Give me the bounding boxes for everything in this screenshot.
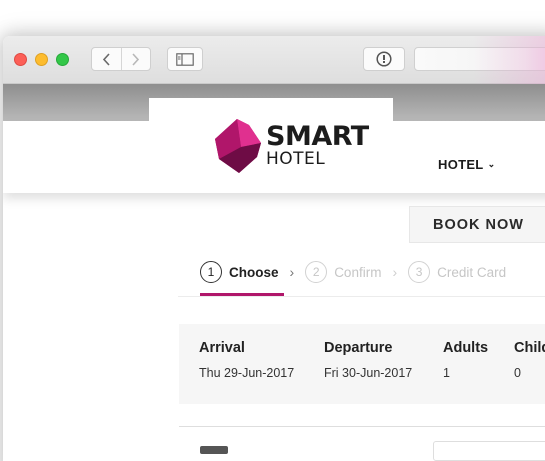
minimize-icon[interactable]	[35, 53, 48, 66]
page-content: SMART HOTEL HOTEL ⌄ BOOK NOW 1 Choose › …	[3, 84, 545, 461]
arrival-value: Thu 29-Jun-2017	[199, 366, 295, 380]
window-glow	[473, 36, 545, 84]
departure-label: Departure	[324, 340, 393, 356]
chevron-down-icon: ⌄	[487, 159, 496, 169]
step-label: Confirm	[334, 264, 382, 280]
booking-steps: 1 Choose › 2 Confirm › 3 Credit Card	[200, 261, 506, 283]
adults-label: Adults	[443, 340, 489, 356]
close-icon[interactable]	[14, 53, 27, 66]
history-nav	[91, 47, 151, 71]
book-now-button[interactable]: BOOK NOW	[409, 206, 545, 243]
back-icon[interactable]	[92, 48, 121, 70]
steps-divider	[178, 296, 545, 297]
browser-toolbar	[3, 36, 545, 84]
partial-field[interactable]	[433, 441, 545, 461]
step-label: Choose	[229, 264, 279, 280]
adults-value: 1	[443, 366, 450, 380]
logo-line1: SMART	[266, 121, 369, 152]
sidebar-icon	[176, 52, 194, 66]
children-column: Child 0	[514, 340, 545, 380]
reader-button[interactable]	[363, 47, 405, 71]
smart-hotel-logo[interactable]: SMART HOTEL	[211, 117, 369, 177]
active-step-underline	[200, 293, 284, 296]
partial-control[interactable]	[200, 446, 228, 454]
nav-hotel-label: HOTEL	[438, 157, 484, 172]
step-chevron-icon: ›	[289, 264, 295, 280]
step-number: 2	[305, 261, 328, 283]
browser-window: SMART HOTEL HOTEL ⌄ BOOK NOW 1 Choose › …	[3, 36, 545, 461]
step-choose[interactable]: 1 Choose	[200, 261, 279, 283]
maximize-icon[interactable]	[56, 53, 69, 66]
step-chevron-icon: ›	[392, 264, 398, 280]
nav-hotel-menu[interactable]: HOTEL ⌄	[438, 157, 495, 172]
departure-column: Departure Fri 30-Jun-2017	[324, 340, 412, 380]
step-number: 1	[200, 261, 222, 283]
children-value: 0	[514, 366, 521, 380]
forward-icon[interactable]	[120, 48, 150, 70]
departure-value: Fri 30-Jun-2017	[324, 366, 413, 380]
step-number: 3	[408, 261, 431, 283]
booking-summary: Arrival Thu 29-Jun-2017 Departure Fri 30…	[179, 324, 545, 404]
arrival-column: Arrival Thu 29-Jun-2017	[199, 340, 294, 380]
children-label: Child	[514, 340, 545, 356]
adults-column: Adults 1	[443, 340, 488, 380]
logo-line2: HOTEL	[266, 149, 326, 169]
step-credit-card[interactable]: 3 Credit Card	[408, 261, 506, 283]
step-confirm[interactable]: 2 Confirm	[305, 261, 381, 283]
section-divider	[179, 426, 545, 427]
reader-icon	[376, 51, 392, 67]
gem-icon	[215, 119, 261, 173]
arrival-label: Arrival	[199, 340, 245, 356]
step-label: Credit Card	[437, 264, 507, 280]
sidebar-button[interactable]	[167, 47, 203, 71]
